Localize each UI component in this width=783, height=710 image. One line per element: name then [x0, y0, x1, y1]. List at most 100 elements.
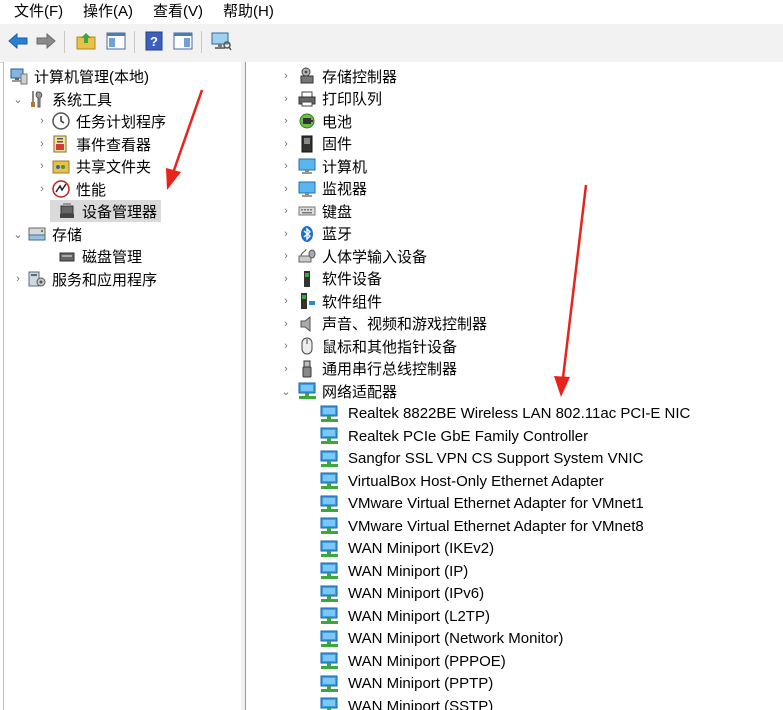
device-category-row[interactable]: › 通用串行总线控制器 [280, 358, 457, 380]
menu-help[interactable]: 帮助(H) [223, 2, 274, 22]
network-adapter-row[interactable]: VMware Virtual Ethernet Adapter for VMne… [320, 493, 644, 515]
network-adapter-label: VMware Virtual Ethernet Adapter for VMne… [348, 495, 644, 512]
chevron-right-icon[interactable]: › [280, 178, 292, 200]
tree-event-viewer[interactable]: › 事件查看器 [36, 133, 151, 155]
chevron-right-icon[interactable]: › [280, 155, 292, 177]
device-category-row[interactable]: › 鼠标和其他指针设备 [280, 335, 457, 357]
chevron-down-icon[interactable]: ⌄ [12, 88, 24, 110]
tree-label: 计算机管理(本地) [34, 68, 149, 86]
device-category-row[interactable]: › 键盘 [280, 200, 352, 222]
network-adapter-icon [320, 652, 342, 670]
network-adapter-row[interactable]: Realtek 8822BE Wireless LAN 802.11ac PCI… [320, 403, 690, 425]
tree-shared-folders[interactable]: › 共享文件夹 [36, 155, 151, 177]
chevron-down-icon[interactable]: ⌄ [12, 223, 24, 245]
chevron-right-icon[interactable]: › [280, 268, 292, 290]
chevron-right-icon[interactable]: › [12, 268, 24, 290]
chevron-right-icon[interactable]: › [36, 178, 48, 200]
chevron-right-icon[interactable]: › [36, 133, 48, 155]
chevron-right-icon[interactable]: › [280, 133, 292, 155]
tree-system-tools[interactable]: ⌄ 系统工具 [12, 88, 112, 110]
device-category-row[interactable]: › 打印队列 [280, 88, 382, 110]
disk-management-icon [58, 247, 76, 265]
chevron-right-icon[interactable]: › [280, 290, 292, 312]
chevron-right-icon[interactable]: › [280, 335, 292, 357]
services-icon [28, 270, 46, 288]
network-adapter-row[interactable]: WAN Miniport (L2TP) [320, 605, 490, 627]
computer-management-icon [10, 67, 28, 85]
device-category-row[interactable]: › 软件设备 [280, 268, 382, 290]
forward-icon[interactable] [35, 30, 57, 52]
show-hide-action-pane-icon[interactable] [172, 30, 194, 52]
scan-hardware-changes-icon[interactable] [210, 30, 232, 52]
tree-storage[interactable]: ⌄ 存储 [12, 223, 82, 245]
back-icon[interactable] [7, 30, 29, 52]
chevron-right-icon[interactable]: › [36, 110, 48, 132]
tree-device-manager[interactable]: 设备管理器 [48, 200, 162, 222]
network-adapter-row[interactable]: WAN Miniport (PPPOE) [320, 650, 506, 672]
shared-folder-icon [52, 157, 70, 175]
network-adapter-row[interactable]: VMware Virtual Ethernet Adapter for VMne… [320, 515, 644, 537]
device-category-row[interactable]: › 电池 [280, 110, 352, 132]
tree-label: 磁盘管理 [82, 248, 143, 266]
chevron-right-icon[interactable]: › [280, 245, 292, 267]
device-category-label: 鼠标和其他指针设备 [322, 338, 458, 356]
firmware-icon [298, 135, 316, 153]
help-icon[interactable]: ? [143, 30, 165, 52]
device-category-label: 存储控制器 [322, 68, 398, 86]
device-category-label: 监视器 [322, 181, 368, 198]
device-category-row[interactable]: › 计算机 [280, 155, 367, 177]
network-adapter-label: WAN Miniport (IKEv2) [348, 540, 495, 557]
chevron-right-icon[interactable]: › [280, 65, 292, 87]
menu-file[interactable]: 文件(F) [14, 2, 63, 22]
show-hide-console-tree-icon[interactable] [105, 30, 127, 52]
network-adapter-icon [320, 540, 342, 558]
chevron-right-icon[interactable]: › [280, 223, 292, 245]
device-category-label: 声音、视频和游戏控制器 [322, 316, 488, 333]
chevron-right-icon[interactable]: › [280, 110, 292, 132]
chevron-right-icon[interactable]: › [280, 358, 292, 380]
storage-controller-icon [298, 67, 316, 85]
device-category-row[interactable]: › 蓝牙 [280, 223, 352, 245]
network-adapter-row[interactable]: WAN Miniport (PPTP) [320, 673, 493, 695]
menu-view[interactable]: 查看(V) [153, 2, 203, 22]
network-adapter-icon [320, 675, 342, 693]
network-adapter-label: Realtek PCIe GbE Family Controller [348, 427, 589, 445]
device-category-row[interactable]: ⌄ 网络适配器 [280, 380, 397, 402]
tree-services-apps[interactable]: › 服务和应用程序 [12, 268, 157, 290]
chevron-right-icon[interactable]: › [280, 88, 292, 110]
tree-label: 系统工具 [52, 91, 113, 109]
menu-action[interactable]: 操作(A) [83, 2, 133, 22]
network-adapter-icon [320, 562, 342, 580]
network-adapter-row[interactable]: WAN Miniport (SSTP) [320, 695, 493, 710]
network-adapter-row[interactable]: WAN Miniport (IP) [320, 560, 468, 582]
tree-label: 性能 [76, 181, 107, 199]
device-category-row[interactable]: › 声音、视频和游戏控制器 [280, 313, 487, 335]
network-adapter-icon [320, 405, 342, 423]
network-adapter-row[interactable]: WAN Miniport (IPv6) [320, 583, 484, 605]
toolbar: ? [0, 24, 783, 63]
device-category-row[interactable]: › 监视器 [280, 178, 367, 200]
tree-root[interactable]: 计算机管理(本地) [8, 65, 149, 87]
device-category-row[interactable]: › 人体学输入设备 [280, 245, 427, 267]
tree-task-scheduler[interactable]: › 任务计划程序 [36, 110, 166, 132]
chevron-right-icon[interactable]: › [280, 313, 292, 335]
clock-icon [52, 112, 70, 130]
up-folder-icon[interactable] [75, 30, 97, 52]
device-category-label: 蓝牙 [322, 226, 353, 243]
device-category-row[interactable]: › 软件组件 [280, 290, 382, 312]
network-adapter-row[interactable]: WAN Miniport (IKEv2) [320, 538, 494, 560]
chevron-right-icon[interactable]: › [280, 200, 292, 222]
system-tools-icon [28, 90, 46, 108]
tree-label: 存储 [52, 226, 83, 244]
network-adapter-row[interactable]: VirtualBox Host-Only Ethernet Adapter [320, 470, 604, 492]
network-adapter-row[interactable]: WAN Miniport (Network Monitor) [320, 628, 563, 650]
chevron-down-icon[interactable]: ⌄ [280, 380, 292, 402]
tree-disk-management[interactable]: 磁盘管理 [48, 245, 142, 267]
network-adapter-row[interactable]: Sangfor SSL VPN CS Support System VNIC [320, 448, 643, 470]
network-adapter-row[interactable]: Realtek PCIe GbE Family Controller [320, 425, 588, 447]
chevron-right-icon[interactable]: › [36, 155, 48, 177]
network-adapter-label: WAN Miniport (PPTP) [348, 675, 494, 692]
tree-performance[interactable]: › 性能 [36, 178, 106, 200]
device-category-row[interactable]: › 固件 [280, 133, 352, 155]
device-category-row[interactable]: › 存储控制器 [280, 65, 397, 87]
